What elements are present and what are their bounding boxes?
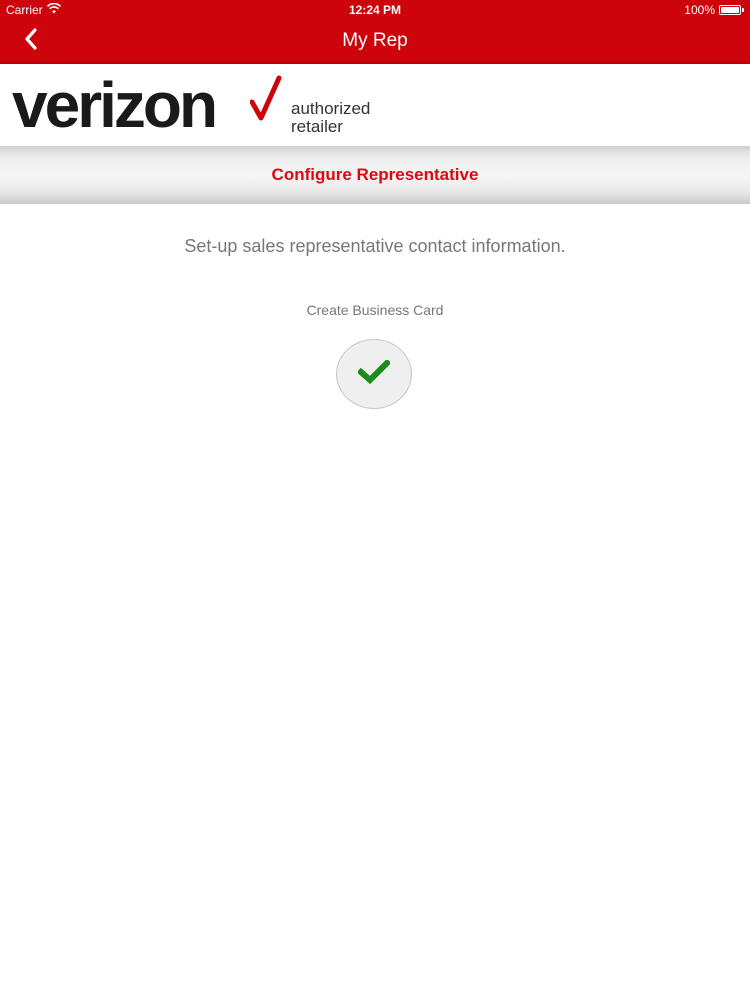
section-title: Configure Representative (271, 165, 479, 184)
verizon-check-icon (249, 74, 282, 129)
nav-title: My Rep (342, 30, 408, 51)
logo-sub-line2: retailer (291, 117, 343, 136)
logo-sub-line1: authorized (291, 99, 371, 118)
status-bar: Carrier 12:24 PM 100% (0, 0, 750, 20)
top-bar: Carrier 12:24 PM 100% My Rep (0, 0, 750, 62)
intro-text: Set-up sales representative contact info… (184, 236, 566, 256)
status-time: 12:24 PM (348, 3, 402, 17)
battery-icon (719, 5, 741, 15)
nav-bar: My Rep (0, 20, 750, 62)
section-header: Configure Representative (0, 146, 750, 204)
create-business-card-button[interactable] (336, 339, 412, 409)
retailer-logo-banner: verizon authorized retailer (0, 62, 750, 146)
verizon-logo-text: verizon (12, 69, 218, 141)
status-right: 100% (684, 3, 744, 17)
battery-percent: 100% (684, 3, 715, 17)
authorized-retailer-text: authorized retailer (291, 100, 370, 136)
create-business-card-label: Create Business Card (306, 302, 444, 318)
battery-tip (742, 8, 744, 12)
checkmark-icon (356, 358, 392, 389)
